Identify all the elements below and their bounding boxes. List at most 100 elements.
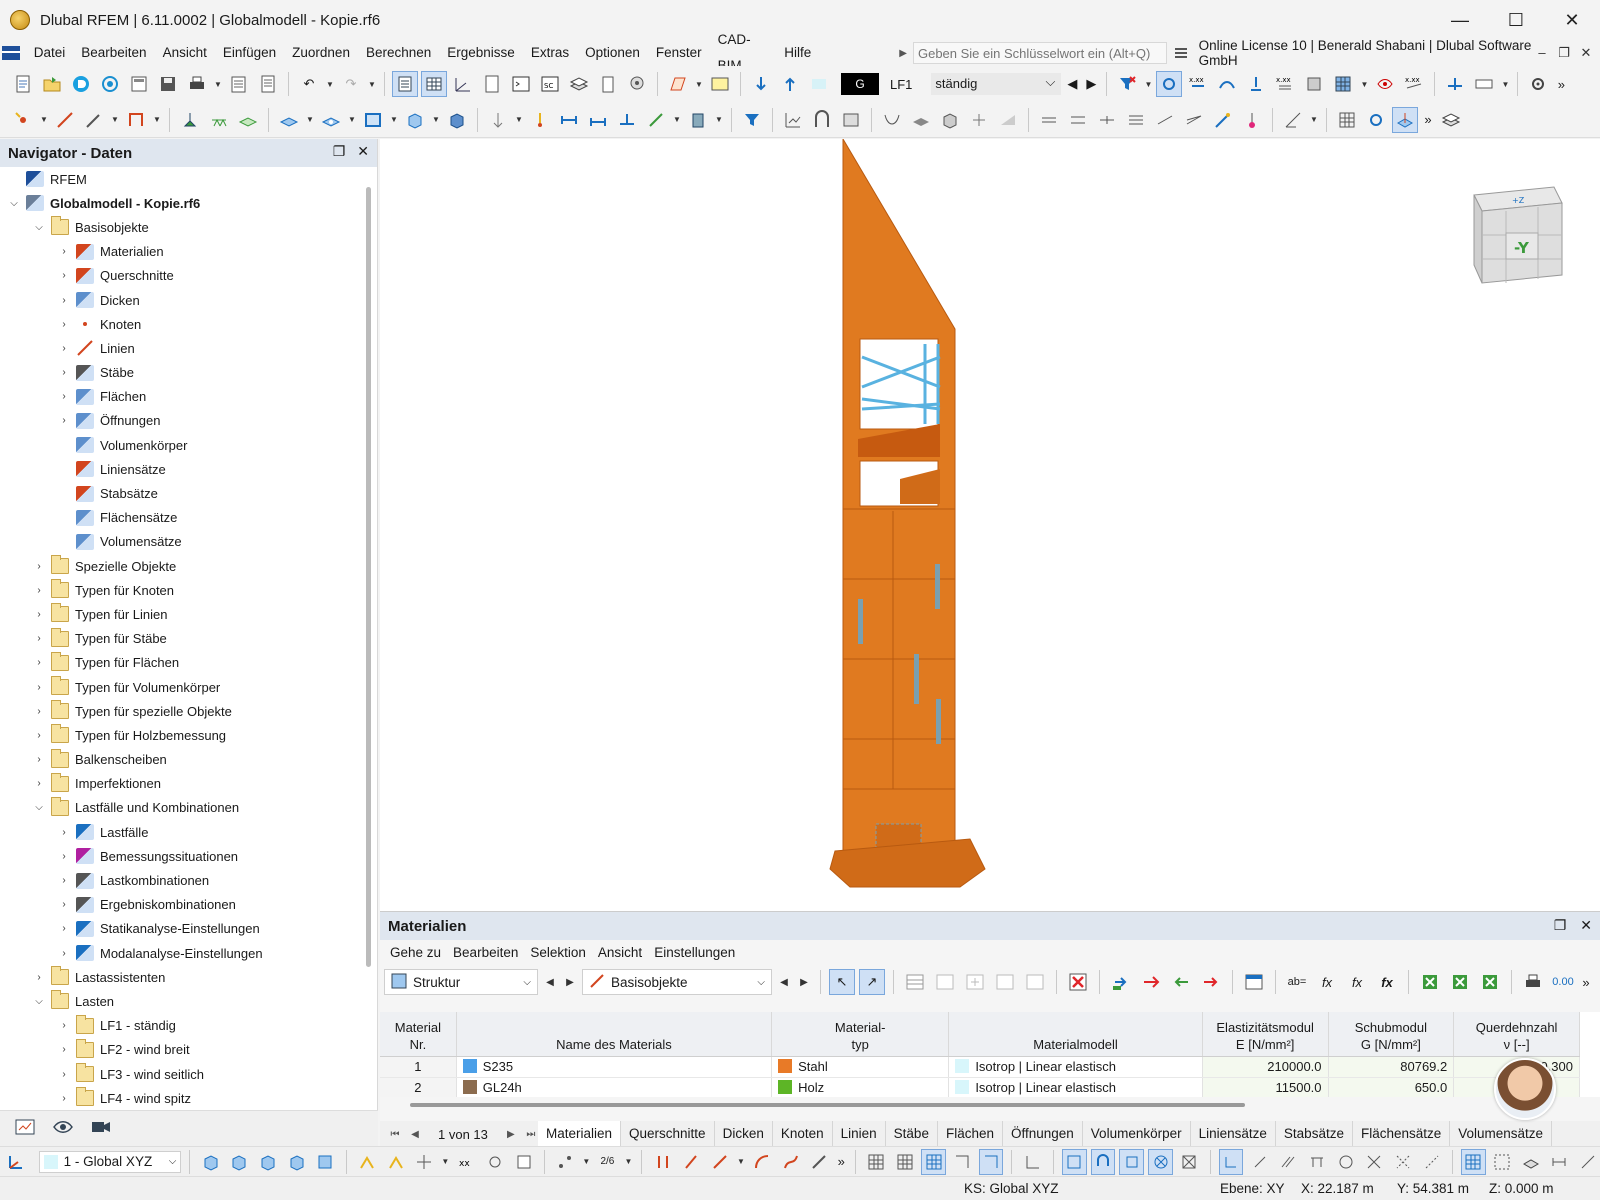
data-list-icon[interactable] <box>479 71 505 97</box>
axes-icon[interactable] <box>450 71 476 97</box>
more-bottom-tools-icon[interactable]: » <box>836 1149 847 1175</box>
grid-dropdown-icon[interactable]: ▼ <box>1359 80 1369 89</box>
cell-model[interactable]: Isotrop | Linear elastisch <box>948 1077 1203 1097</box>
excel-settings-icon[interactable] <box>1477 969 1503 995</box>
dimension3-icon[interactable] <box>614 107 640 133</box>
parallel-icon[interactable] <box>1276 1149 1301 1175</box>
keyword-search-input[interactable] <box>912 42 1167 64</box>
expand-arrow-icon[interactable]: › <box>33 561 45 572</box>
center-icon[interactable] <box>1333 1149 1358 1175</box>
grid-snap-icon[interactable] <box>893 1149 918 1175</box>
magnet-icon[interactable] <box>1090 1148 1116 1175</box>
nav-tree-item[interactable]: › Imperfektionen <box>0 772 360 796</box>
table-tab[interactable]: Dicken <box>715 1121 773 1147</box>
view-side-icon[interactable] <box>256 1149 281 1175</box>
redo-icon[interactable]: ↷ <box>338 71 364 97</box>
new-model-icon[interactable] <box>10 71 36 97</box>
navigator-display-tab-icon[interactable] <box>52 1117 74 1140</box>
nav-tree-item[interactable]: › Lastassistenten <box>0 965 360 989</box>
nav-tree-item[interactable]: ⌵ Basisobjekte <box>0 215 360 239</box>
stack-icon[interactable] <box>1438 107 1464 133</box>
dimension-line-icon[interactable] <box>1547 1149 1572 1175</box>
table-view-icon[interactable] <box>902 969 928 995</box>
member-display-icon[interactable] <box>650 1149 675 1175</box>
loadcase-select[interactable]: ständig <box>931 71 1062 95</box>
printout-icon[interactable] <box>226 71 252 97</box>
coordinate-system-icon[interactable] <box>4 1149 29 1175</box>
table-tab[interactable]: Stabsätze <box>1276 1121 1353 1147</box>
nav-tree-item[interactable]: › LF4 - wind spitz <box>0 1086 360 1110</box>
doc-close-button[interactable]: ✕ <box>1576 45 1596 61</box>
view-cube[interactable]: -Y +Z <box>1464 165 1564 285</box>
excel-export-icon[interactable] <box>1417 969 1443 995</box>
expand-arrow-icon[interactable]: › <box>33 706 45 717</box>
merge-icon[interactable] <box>1065 107 1091 133</box>
expand-arrow-icon[interactable]: › <box>33 609 45 620</box>
nav-tree-item[interactable]: › Typen für Holzbemessung <box>0 723 360 747</box>
move-right-icon[interactable] <box>1198 969 1224 995</box>
tangent-icon[interactable] <box>1391 1149 1416 1175</box>
grid-layout-icon[interactable] <box>1460 1148 1486 1175</box>
nav-tree-item[interactable]: › Typen für Flächen <box>0 651 360 675</box>
new-line-icon[interactable] <box>52 107 78 133</box>
expand-arrow-icon[interactable]: › <box>58 1069 70 1080</box>
table-row[interactable]: 1 S235 Stahl Isotrop | Linear elastisch … <box>380 1056 1580 1078</box>
expand-arrow-icon[interactable]: › <box>58 246 70 257</box>
import-icon[interactable] <box>1108 969 1134 995</box>
minimize-button[interactable]: — <box>1432 0 1488 40</box>
model-viewport[interactable]: -Y +Z <box>380 137 1600 911</box>
intersection-icon[interactable] <box>1362 1149 1387 1175</box>
load-down-icon[interactable] <box>777 71 803 97</box>
cell-nr[interactable]: 1 <box>380 1056 457 1078</box>
next-loadcase-icon[interactable]: ▶ <box>1083 71 1099 97</box>
nav-tree-item[interactable]: › Knoten <box>0 312 360 336</box>
numbering-dropdown-icon[interactable]: ▼ <box>624 1157 633 1166</box>
zoom-icon[interactable] <box>355 1149 380 1175</box>
menu-ergebnisse[interactable]: Ergebnisse <box>439 40 523 66</box>
expand-arrow-icon[interactable]: › <box>58 319 70 330</box>
materials-menu-edit[interactable]: Bearbeiten <box>447 945 524 960</box>
nav-tree-item[interactable]: › Materialien <box>0 240 360 264</box>
nav-tree-item[interactable]: Volumensätze <box>0 530 360 554</box>
cube-icon[interactable] <box>937 107 963 133</box>
prev-page-icon[interactable]: ◀ <box>408 1129 422 1140</box>
measure-icon[interactable] <box>1280 107 1306 133</box>
nav-tree-item[interactable]: › Stäbe <box>0 361 360 385</box>
expand-arrow-icon[interactable]: › <box>58 415 70 426</box>
quadrant-icon[interactable] <box>1419 1149 1444 1175</box>
materials-undock-icon[interactable]: ❐ <box>1554 917 1567 934</box>
midpoint-icon[interactable] <box>1305 1149 1330 1175</box>
cross-circle-icon[interactable] <box>1148 1148 1173 1175</box>
materials-close-icon[interactable]: ✕ <box>1580 917 1592 934</box>
menu-optionen[interactable]: Optionen <box>577 40 648 66</box>
nav-tree-item[interactable]: › Dicken <box>0 288 360 312</box>
tables-toggle-icon[interactable] <box>421 71 447 97</box>
wedge-icon[interactable] <box>995 107 1021 133</box>
rectangle-dropdown-icon[interactable]: ▼ <box>389 115 399 124</box>
nav-tree-item[interactable]: › Ergebniskombinationen <box>0 893 360 917</box>
structure-dropdown[interactable]: Struktur ⌵ <box>384 969 538 995</box>
document-icon[interactable] <box>255 71 281 97</box>
excel-import-icon[interactable] <box>1447 969 1473 995</box>
member-load-icon[interactable] <box>485 107 511 133</box>
open-icon[interactable] <box>39 71 65 97</box>
table-tab[interactable]: Liniensätze <box>1191 1121 1276 1147</box>
expand-arrow-icon[interactable]: › <box>58 343 70 354</box>
nav-tree-item[interactable]: › Öffnungen <box>0 409 360 433</box>
nav-tree-item[interactable]: › Modalanalyse-Einstellungen <box>0 941 360 965</box>
xx-icon[interactable]: xx <box>454 1149 479 1175</box>
square-icon[interactable] <box>1119 1148 1145 1175</box>
connect2-icon[interactable] <box>1181 107 1207 133</box>
support-surface-icon[interactable] <box>235 107 261 133</box>
expand-arrow-icon[interactable]: › <box>58 270 70 281</box>
line-type-icon[interactable] <box>708 1149 733 1175</box>
delete-selected-icon[interactable] <box>1138 969 1164 995</box>
nav-tree-item[interactable]: › Statikanalyse-Einstellungen <box>0 917 360 941</box>
nav-tree-item[interactable]: ⌵ Lastfälle und Kombinationen <box>0 796 360 820</box>
nav-tree-item[interactable]: Liniensätze <box>0 457 360 481</box>
nav-tree-item[interactable]: Stabsätze <box>0 481 360 505</box>
menu-ansicht[interactable]: Ansicht <box>155 40 215 66</box>
report-icon[interactable] <box>126 71 152 97</box>
console-icon[interactable] <box>508 71 534 97</box>
close-button[interactable]: ✕ <box>1544 0 1600 40</box>
